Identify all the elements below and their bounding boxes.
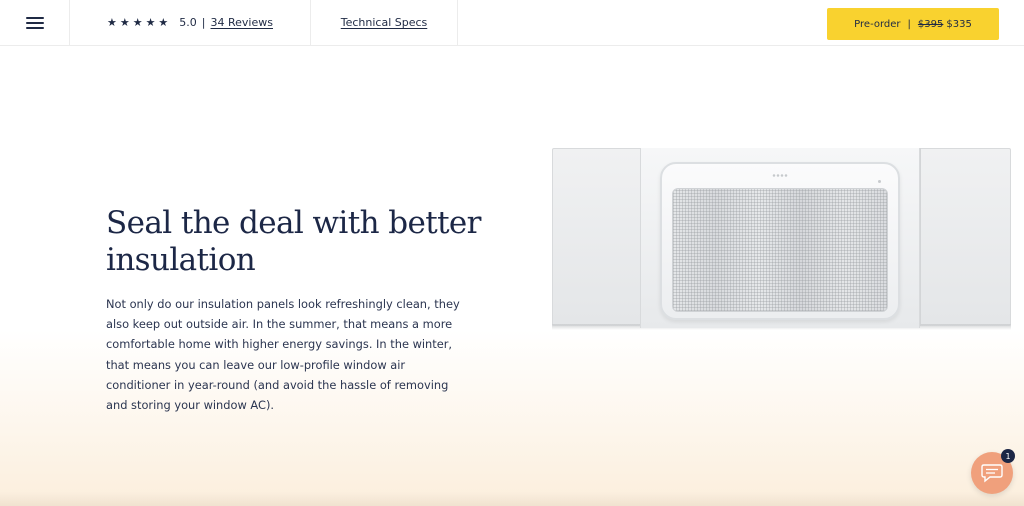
- ac-led-icon: [878, 180, 881, 183]
- technical-specs-cell: Technical Specs: [311, 0, 458, 45]
- window-air-conditioner-image: [552, 148, 1011, 330]
- technical-specs-link[interactable]: Technical Specs: [341, 16, 428, 29]
- rating-separator: |: [201, 16, 206, 29]
- rating-stars-icon: ★★★★★: [106, 16, 172, 29]
- panel-seam-right: [920, 148, 921, 326]
- chat-notification-badge: 1: [1001, 449, 1015, 463]
- preorder-label: Pre-order: [854, 18, 901, 30]
- section-body-text: Not only do our insulation panels look r…: [106, 297, 460, 413]
- ac-display-icon: [772, 173, 788, 178]
- ac-grille: [672, 188, 888, 312]
- preorder-button[interactable]: Pre-order | $395 $335: [827, 8, 999, 40]
- hamburger-menu-icon[interactable]: [25, 16, 44, 29]
- bottom-shade: [0, 492, 1024, 506]
- sale-price: $335: [946, 18, 972, 30]
- chat-bubble-icon: [981, 464, 1003, 483]
- menu-cell: [0, 0, 70, 45]
- original-price: $395: [917, 18, 944, 30]
- rating-summary: ★★★★★ 5.0 | 34 Reviews: [70, 0, 311, 45]
- rating-value: 5.0: [179, 16, 197, 29]
- reviews-link[interactable]: 34 Reviews: [211, 16, 273, 29]
- preorder-separator: |: [907, 18, 911, 30]
- section-headline: Seal the deal with better insulation: [106, 205, 482, 278]
